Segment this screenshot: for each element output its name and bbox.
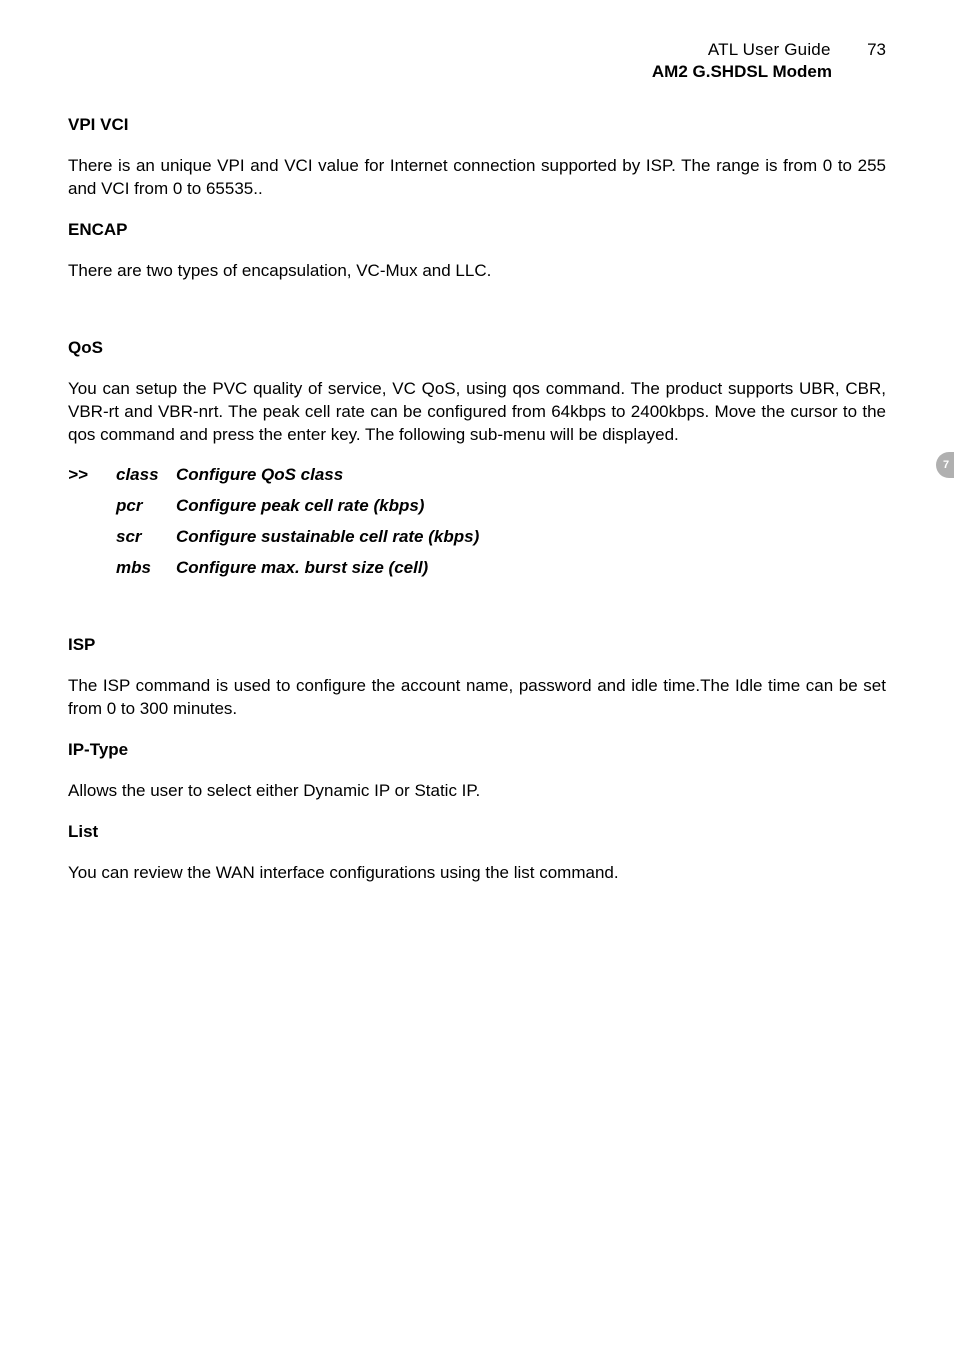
- guide-title: ATL User Guide: [708, 40, 831, 60]
- table-row: scr Configure sustainable cell rate (kbp…: [68, 526, 886, 549]
- page-content: ATL User Guide 73 AM2 G.SHDSL Modem VPI …: [0, 0, 954, 943]
- cursor-indicator: >>: [68, 464, 116, 487]
- heading-encap: ENCAP: [68, 219, 886, 242]
- body-vpi-vci: There is an unique VPI and VCI value for…: [68, 155, 886, 201]
- product-title: AM2 G.SHDSL Modem: [68, 62, 832, 82]
- cmd-name: pcr: [116, 495, 176, 518]
- page-number: 73: [867, 40, 886, 60]
- body-isp: The ISP command is used to configure the…: [68, 675, 886, 721]
- heading-qos: QoS: [68, 337, 886, 360]
- cmd-desc: Configure sustainable cell rate (kbps): [176, 526, 886, 549]
- body-encap: There are two types of encapsulation, VC…: [68, 260, 886, 283]
- heading-isp: ISP: [68, 634, 886, 657]
- heading-vpi-vci: VPI VCI: [68, 114, 886, 137]
- heading-list: List: [68, 821, 886, 844]
- cmd-desc: Configure peak cell rate (kbps): [176, 495, 886, 518]
- body-qos: You can setup the PVC quality of service…: [68, 378, 886, 447]
- header-top-row: ATL User Guide 73: [68, 40, 886, 60]
- table-row: mbs Configure max. burst size (cell): [68, 557, 886, 580]
- cmd-name: scr: [116, 526, 176, 549]
- cmd-name: mbs: [116, 557, 176, 580]
- chapter-number: 7: [943, 459, 949, 471]
- qos-command-table: >> class Configure QoS class pcr Configu…: [68, 464, 886, 580]
- page-header: ATL User Guide 73 AM2 G.SHDSL Modem: [68, 40, 886, 82]
- body-list: You can review the WAN interface configu…: [68, 862, 886, 885]
- heading-ip-type: IP-Type: [68, 739, 886, 762]
- main-content: VPI VCI There is an unique VPI and VCI v…: [68, 114, 886, 885]
- table-row: >> class Configure QoS class: [68, 464, 886, 487]
- body-ip-type: Allows the user to select either Dynamic…: [68, 780, 886, 803]
- cmd-desc: Configure QoS class: [176, 464, 886, 487]
- table-row: pcr Configure peak cell rate (kbps): [68, 495, 886, 518]
- cmd-desc: Configure max. burst size (cell): [176, 557, 886, 580]
- cmd-name: class: [116, 464, 176, 487]
